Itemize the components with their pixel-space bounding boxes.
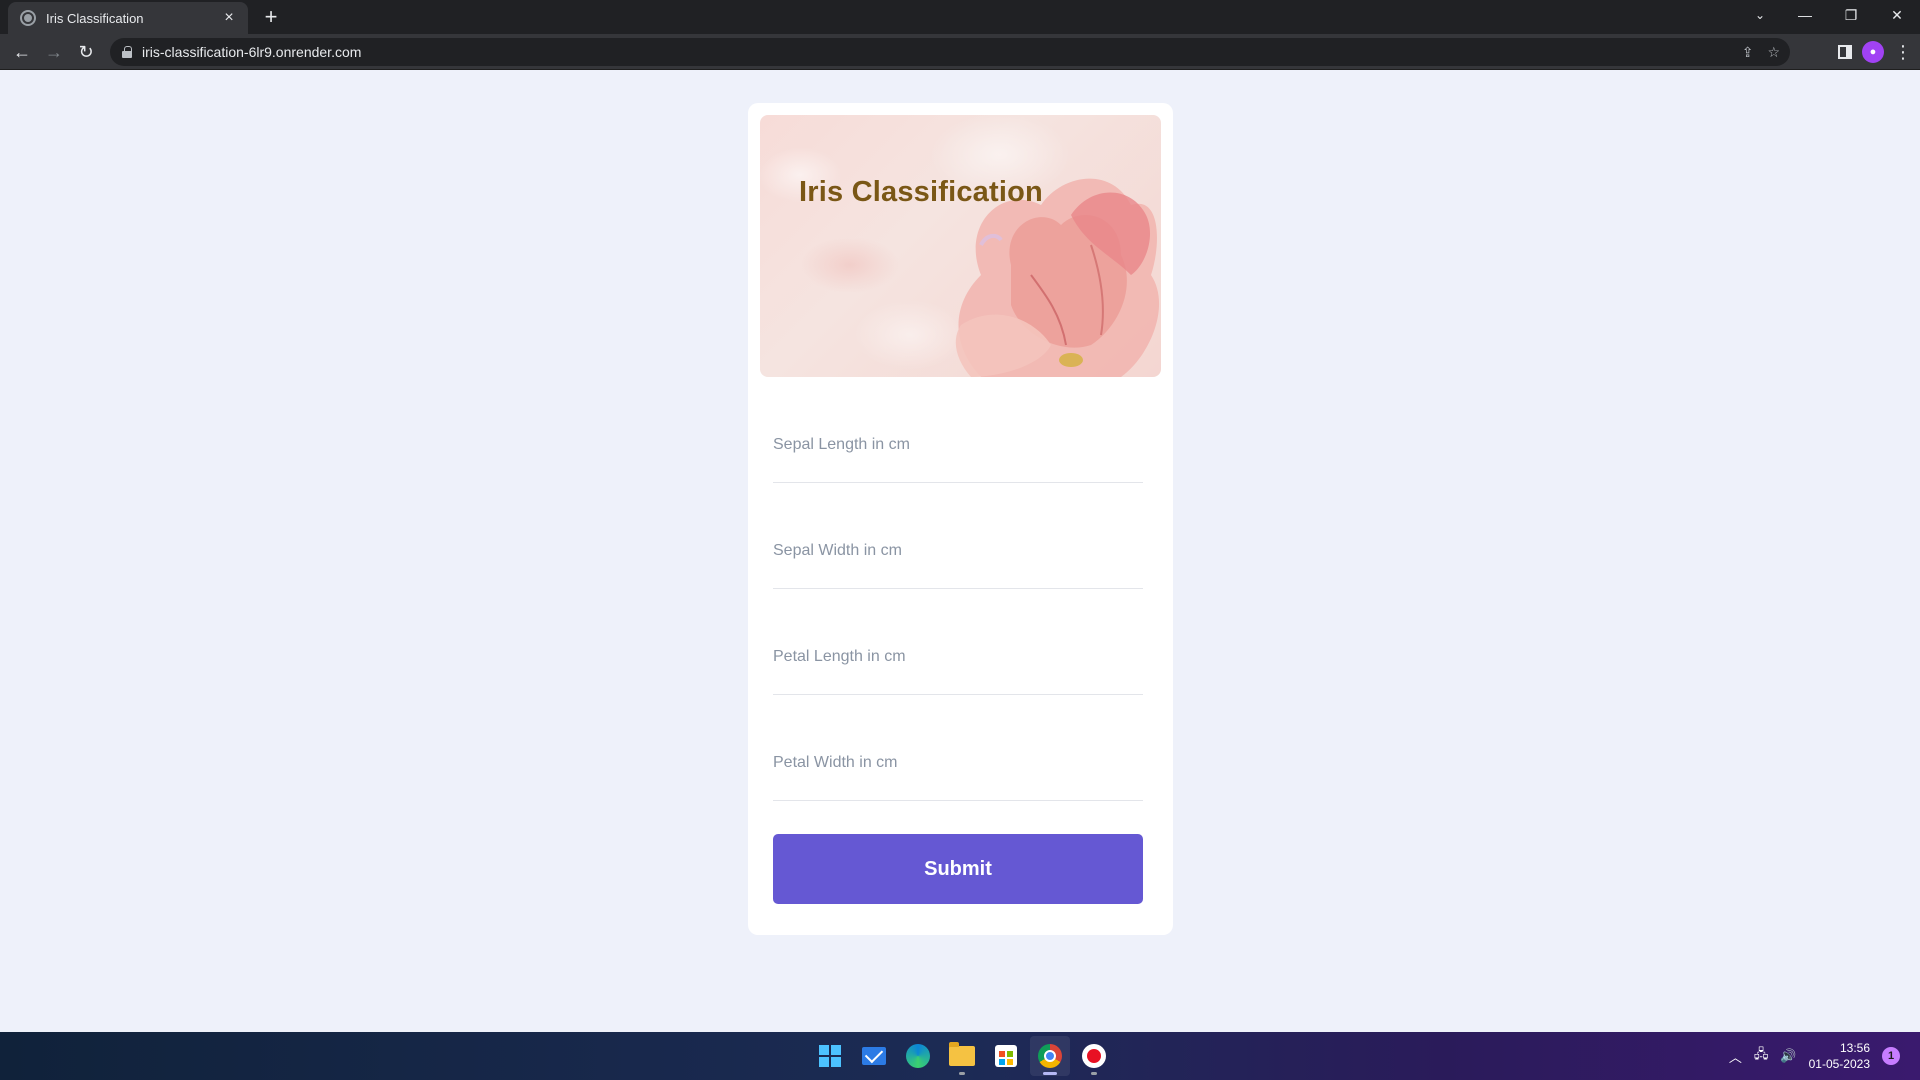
clock-time: 13:56 (1839, 1041, 1870, 1055)
volume-icon[interactable]: 🔊 (1780, 1048, 1796, 1064)
browser-toolbar: ← → ↻ iris-classification-6lr9.onrender.… (0, 34, 1920, 70)
url-text[interactable]: iris-classification-6lr9.onrender.com (142, 44, 361, 60)
tab-title: Iris Classification (46, 10, 144, 26)
sepal-width-input[interactable] (773, 535, 1143, 567)
menu-icon[interactable]: ⋮ (1894, 42, 1912, 63)
edge-icon (906, 1044, 930, 1068)
file-explorer-icon (949, 1042, 975, 1066)
browser-tab-strip: Iris Classification × + ⌄ — ❐ ✕ (0, 0, 1920, 34)
forward-arrow-icon[interactable]: → (40, 38, 68, 66)
chrome-app[interactable] (1030, 1036, 1070, 1076)
page-title: Iris Classification (799, 176, 1043, 208)
notification-badge[interactable]: 1 (1882, 1047, 1900, 1065)
clock[interactable]: 13:56 01-05-2023 (1809, 1040, 1870, 1072)
network-icon[interactable]: 🖧 (1754, 1045, 1769, 1067)
banner-image: Iris Classification (760, 115, 1161, 377)
page-viewport: Iris Classification Submit (0, 70, 1920, 1032)
windows-taskbar: ︿ 🖧 🔊 13:56 01-05-2023 1 (0, 1032, 1920, 1080)
lock-icon[interactable] (122, 46, 132, 58)
restore-icon[interactable]: ❐ (1828, 0, 1874, 30)
chrome-icon (1038, 1044, 1062, 1068)
star-icon[interactable]: ☆ (1767, 44, 1780, 61)
close-tab-icon[interactable]: × (220, 9, 238, 27)
record-icon (1082, 1044, 1106, 1068)
browser-tab[interactable]: Iris Classification × (8, 2, 248, 34)
minimize-icon[interactable]: — (1782, 0, 1828, 30)
file-explorer-app[interactable] (942, 1036, 982, 1076)
address-bar[interactable]: iris-classification-6lr9.onrender.com ⇪ … (110, 38, 1790, 66)
petal-length-input[interactable] (773, 641, 1143, 673)
system-tray: ︿ 🖧 🔊 13:56 01-05-2023 1 (1729, 1032, 1900, 1080)
chevron-up-icon[interactable]: ︿ (1729, 1047, 1742, 1066)
store-icon (995, 1045, 1017, 1067)
petal-width-input[interactable] (773, 747, 1143, 779)
edge-app[interactable] (898, 1036, 938, 1076)
profile-icon[interactable]: ● (1862, 41, 1884, 63)
petal-width-field (773, 719, 1143, 801)
windows-start-icon (819, 1045, 841, 1067)
globe-icon (20, 10, 36, 26)
windows-start-button[interactable] (810, 1036, 850, 1076)
side-panel-icon[interactable] (1838, 45, 1852, 59)
new-tab-button[interactable]: + (258, 5, 284, 31)
close-window-icon[interactable]: ✕ (1874, 0, 1920, 30)
reload-icon[interactable]: ↻ (72, 38, 100, 66)
sepal-length-input[interactable] (773, 429, 1143, 461)
mail-icon (862, 1047, 886, 1065)
sepal-length-field (773, 401, 1143, 483)
taskbar-apps (810, 1036, 1114, 1076)
petal-length-field (773, 613, 1143, 695)
window-controls: — ❐ ✕ (1782, 0, 1920, 34)
mail-app[interactable] (854, 1036, 894, 1076)
recorder-app[interactable] (1074, 1036, 1114, 1076)
submit-button[interactable]: Submit (773, 834, 1143, 904)
store-app[interactable] (986, 1036, 1026, 1076)
clock-date: 01-05-2023 (1808, 1057, 1870, 1071)
form-card: Iris Classification Submit (748, 103, 1173, 935)
share-icon[interactable]: ⇪ (1742, 44, 1754, 61)
back-arrow-icon[interactable]: ← (8, 38, 36, 66)
tab-search-chevron-icon[interactable]: ⌄ (1740, 0, 1780, 30)
sepal-width-field (773, 507, 1143, 589)
